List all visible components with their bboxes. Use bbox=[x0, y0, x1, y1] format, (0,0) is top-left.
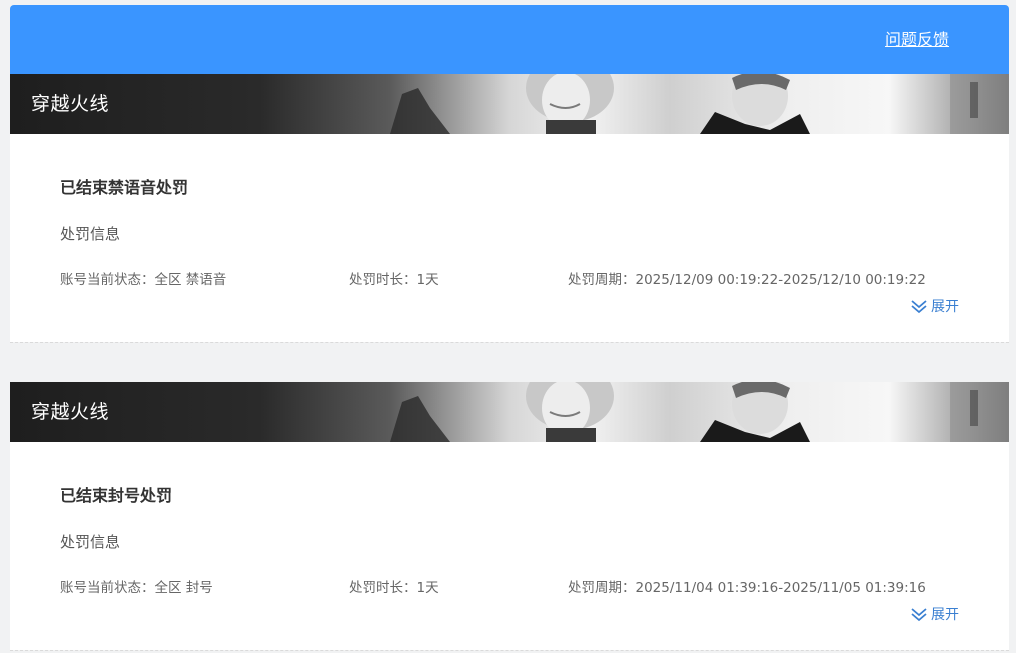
penalty-duration-label: 处罚时长： bbox=[349, 580, 417, 596]
game-banner: 穿越火线 bbox=[10, 74, 1009, 134]
account-status-value: 全区 禁语音 bbox=[154, 272, 227, 288]
account-status: 账号当前状态：全区 禁语音 bbox=[60, 271, 226, 289]
game-banner: 穿越火线 bbox=[10, 382, 1009, 442]
penalty-title: 已结束封号处罚 bbox=[60, 486, 173, 505]
penalty-period-label: 处罚周期： bbox=[568, 272, 636, 288]
penalty-period-value: 2025/12/09 00:19:22-2025/12/10 00:19:22 bbox=[635, 272, 926, 288]
account-status-value: 全区 封号 bbox=[154, 580, 213, 596]
double-chevron-down-icon bbox=[911, 608, 927, 622]
expand-button[interactable]: 展开 bbox=[910, 606, 959, 624]
penalty-duration: 处罚时长：1天 bbox=[349, 271, 439, 289]
expand-label: 展开 bbox=[931, 299, 959, 315]
game-banner-art-image bbox=[390, 382, 1009, 442]
penalty-duration-value: 1天 bbox=[416, 272, 439, 288]
penalty-period: 处罚周期：2025/11/04 01:39:16-2025/11/05 01:3… bbox=[568, 579, 926, 597]
penalty-records-page: 问题反馈 穿越火线 已结束禁语音处罚 处罚信息 账号当前状态：全区 禁语音 处罚… bbox=[0, 0, 1016, 653]
game-title: 穿越火线 bbox=[31, 401, 110, 423]
penalty-period: 处罚周期：2025/12/09 00:19:22-2025/12/10 00:1… bbox=[568, 271, 926, 289]
penalty-period-value: 2025/11/04 01:39:16-2025/11/05 01:39:16 bbox=[635, 580, 926, 596]
penalty-info-body: 已结束禁语音处罚 处罚信息 账号当前状态：全区 禁语音 处罚时长：1天 处罚周期… bbox=[10, 134, 1009, 342]
penalty-duration-label: 处罚时长： bbox=[349, 272, 417, 288]
game-title: 穿越火线 bbox=[31, 93, 110, 115]
game-banner-art-image bbox=[390, 74, 1009, 134]
penalty-duration: 处罚时长：1天 bbox=[349, 579, 439, 597]
penalty-info-body: 已结束封号处罚 处罚信息 账号当前状态：全区 封号 处罚时长：1天 处罚周期：2… bbox=[10, 442, 1009, 650]
double-chevron-down-icon bbox=[911, 300, 927, 314]
penalty-duration-value: 1天 bbox=[416, 580, 439, 596]
card-divider bbox=[10, 650, 1009, 651]
top-header-bar: 问题反馈 bbox=[10, 5, 1009, 74]
account-status-label: 账号当前状态： bbox=[60, 272, 155, 288]
section-label: 处罚信息 bbox=[60, 533, 121, 551]
card-divider bbox=[10, 342, 1009, 343]
penalty-card: 穿越火线 已结束禁语音处罚 处罚信息 账号当前状态：全区 禁语音 处罚时长：1天… bbox=[10, 74, 1009, 342]
penalty-card: 穿越火线 已结束封号处罚 处罚信息 账号当前状态：全区 封号 处罚时长：1天 处… bbox=[10, 382, 1009, 650]
expand-label: 展开 bbox=[931, 607, 959, 623]
penalty-period-label: 处罚周期： bbox=[568, 580, 636, 596]
feedback-link[interactable]: 问题反馈 bbox=[885, 29, 949, 51]
account-status: 账号当前状态：全区 封号 bbox=[60, 579, 213, 597]
expand-button[interactable]: 展开 bbox=[910, 298, 959, 316]
account-status-label: 账号当前状态： bbox=[60, 580, 155, 596]
penalty-title: 已结束禁语音处罚 bbox=[60, 178, 189, 197]
section-label: 处罚信息 bbox=[60, 225, 121, 243]
